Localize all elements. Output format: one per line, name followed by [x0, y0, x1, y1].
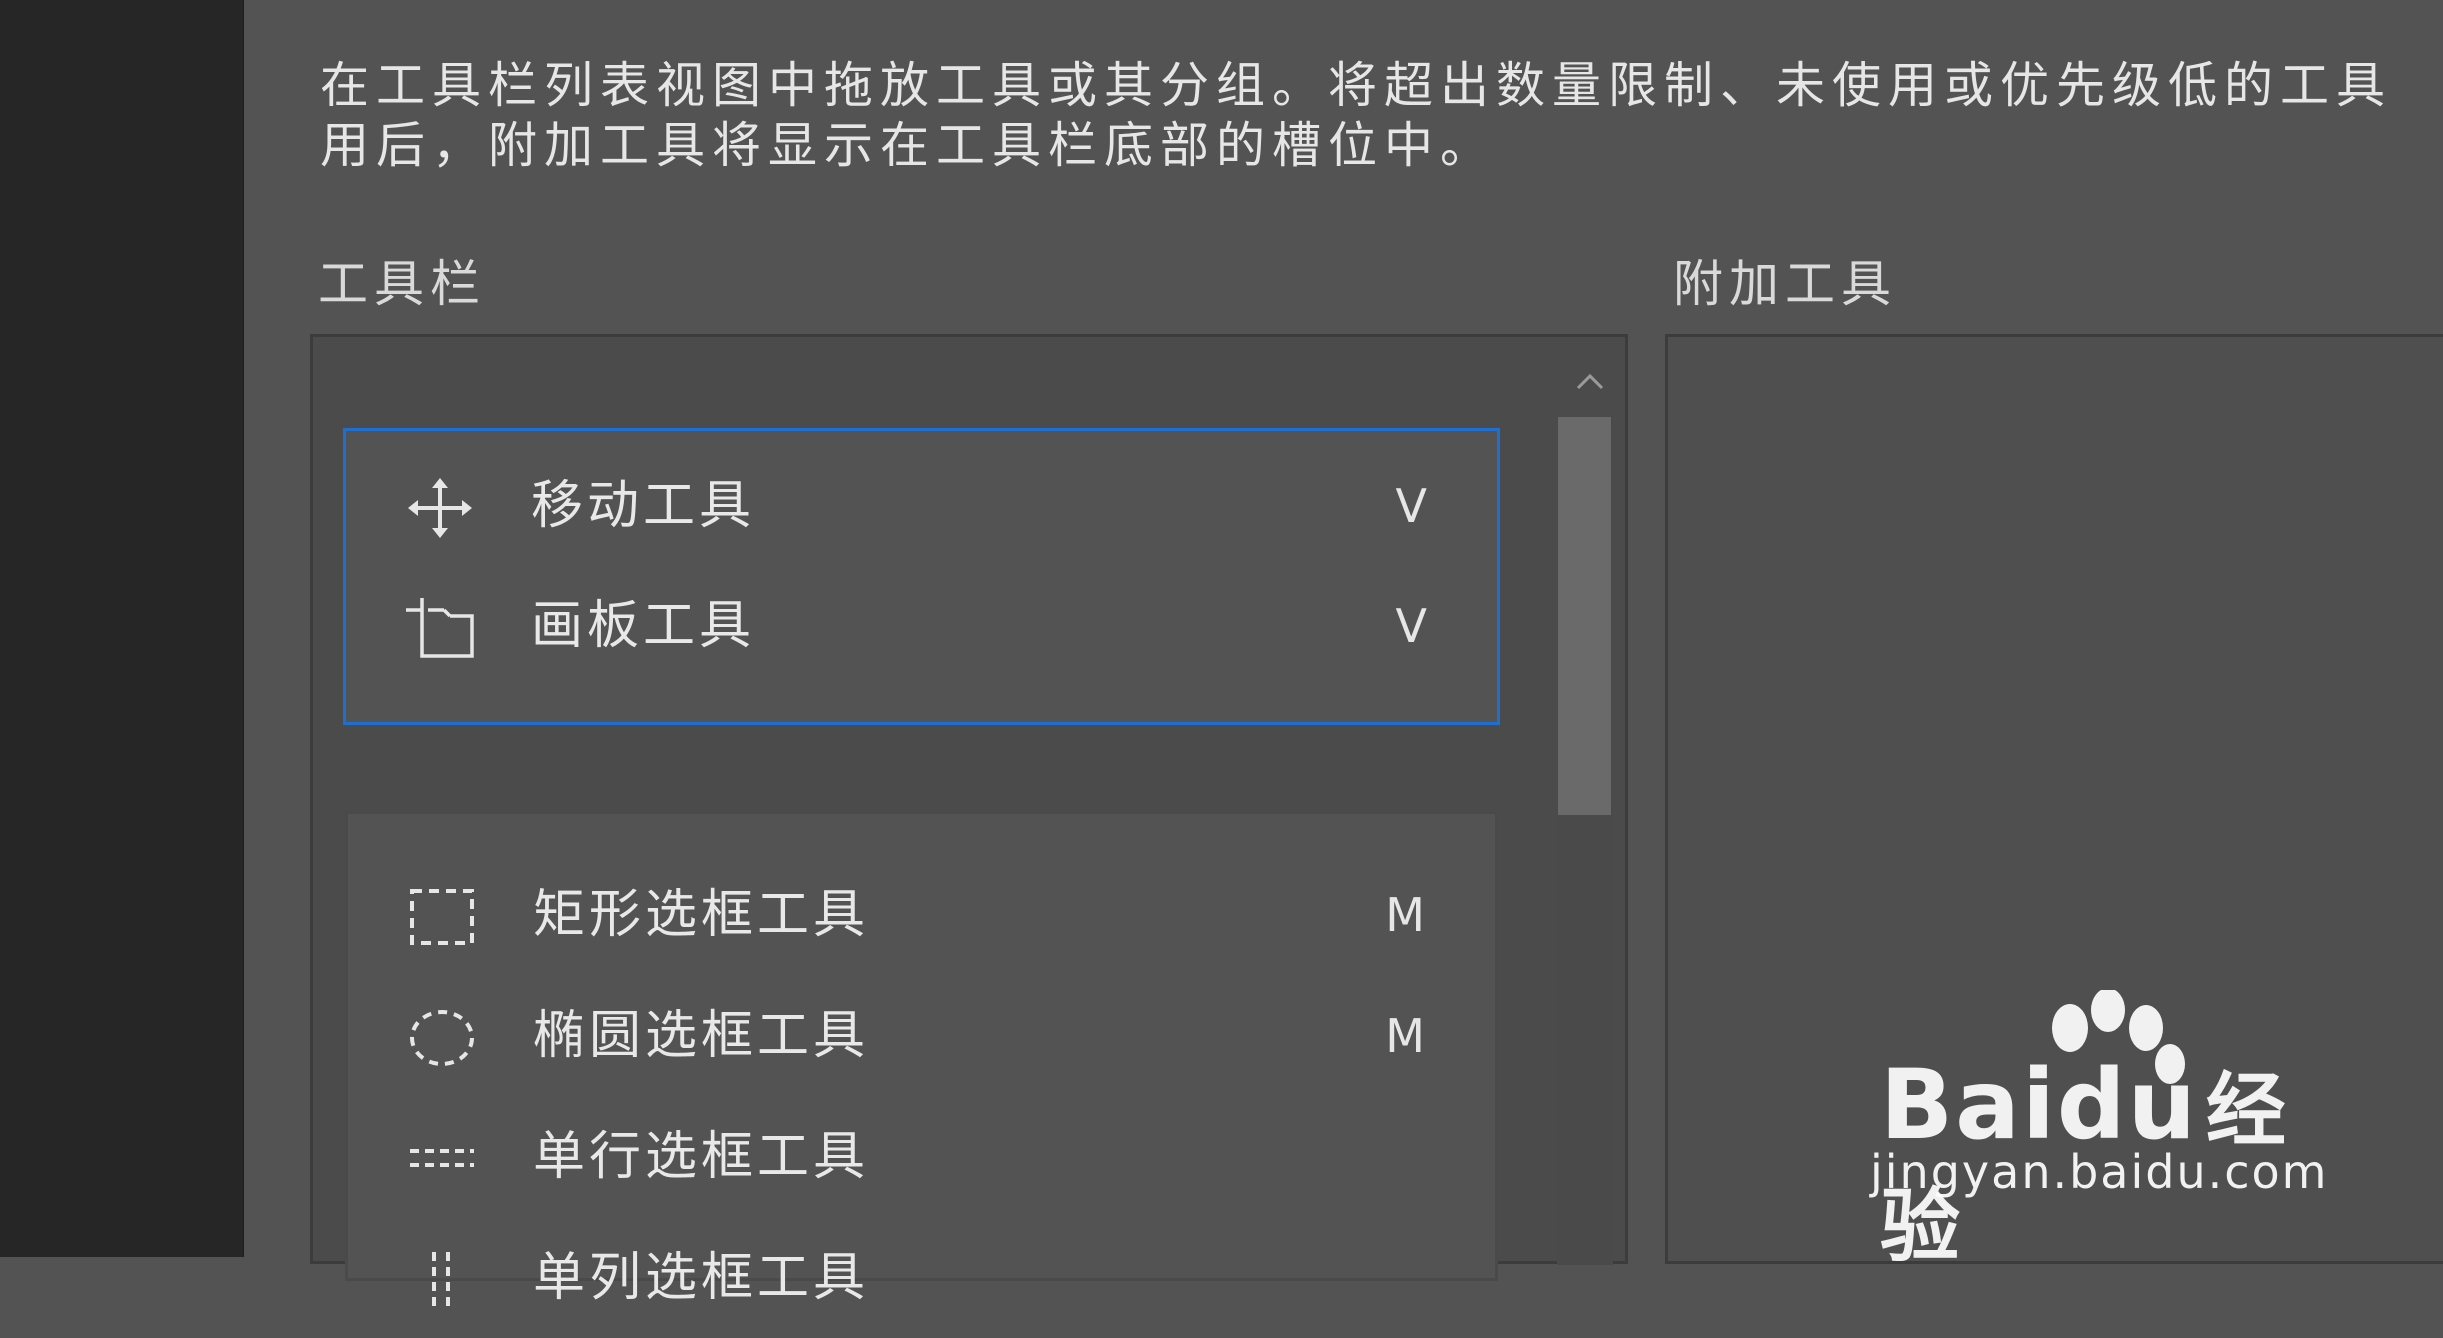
tool-row-rect-marquee[interactable]: 矩形选框工具 M	[348, 855, 1495, 975]
tool-label: 移动工具	[531, 476, 756, 536]
left-dark-strip	[0, 0, 243, 1257]
single-column-marquee-icon	[406, 1248, 478, 1312]
tool-row-artboard[interactable]: 画板工具 V	[346, 566, 1497, 686]
tool-shortcut-key: M	[1385, 1009, 1425, 1063]
tool-group-move[interactable]: 移动工具 V 画板工具 V	[343, 428, 1500, 725]
watermark-site: jingyan.baidu.com	[1870, 1145, 2329, 1199]
description-line-1: 在工具栏列表视图中拖放工具或其分组。将超出数量限制、未使用或优先级低的工具	[320, 57, 2393, 114]
tool-label: 椭圆选框工具	[533, 1006, 870, 1066]
tool-shortcut-key: V	[1395, 479, 1427, 533]
description-line-2: 用后，附加工具将显示在工具栏底部的槽位中。	[320, 117, 1497, 174]
tool-label: 画板工具	[531, 596, 756, 656]
tool-shortcut-key: M	[1385, 888, 1425, 942]
baidu-jingyan-watermark: Baidu 经验 jingyan.baidu.com	[1870, 990, 2340, 1273]
move-icon	[404, 476, 476, 540]
single-row-marquee-icon	[406, 1127, 478, 1191]
tool-label: 单行选框工具	[533, 1127, 870, 1187]
rect-marquee-icon	[406, 885, 478, 949]
tool-group-marquee[interactable]: 矩形选框工具 M 椭圆选框工具 M 单行选框工具 单列选框工具	[345, 811, 1498, 1308]
artboard-icon	[404, 596, 476, 660]
tool-row-move[interactable]: 移动工具 V	[346, 446, 1497, 566]
tool-row-ellipse-marquee[interactable]: 椭圆选框工具 M	[348, 976, 1495, 1096]
tool-label: 单列选框工具	[533, 1248, 870, 1308]
ellipse-marquee-icon	[406, 1006, 478, 1070]
tool-row-single-row-marquee[interactable]: 单行选框工具	[348, 1097, 1495, 1217]
scrollbar-thumb[interactable]	[1558, 417, 1611, 815]
toolbar-section-label: 工具栏	[318, 255, 486, 313]
tool-row-single-column-marquee[interactable]: 单列选框工具	[348, 1218, 1495, 1338]
tool-label: 矩形选框工具	[533, 885, 870, 945]
description-text: 在工具栏列表视图中拖放工具或其分组。将超出数量限制、未使用或优先级低的工具 用后…	[320, 56, 2443, 176]
extra-tools-section-label: 附加工具	[1673, 255, 1897, 313]
tool-shortcut-key: V	[1395, 599, 1427, 653]
chevron-up-icon[interactable]	[1560, 362, 1620, 402]
